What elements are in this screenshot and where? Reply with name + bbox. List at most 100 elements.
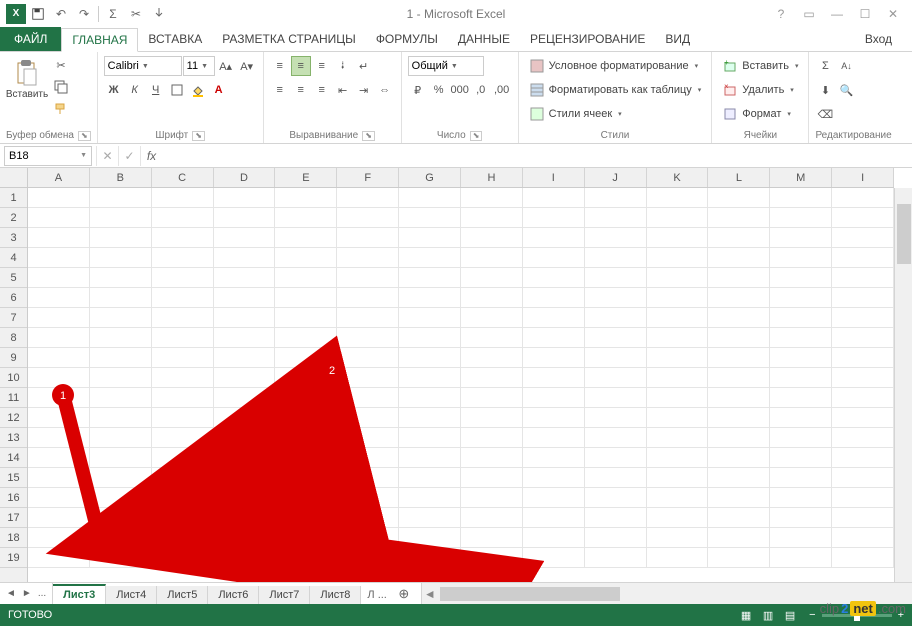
signin-link[interactable]: Вход — [865, 32, 892, 46]
cell[interactable] — [708, 188, 770, 208]
cell[interactable] — [647, 548, 709, 568]
cell[interactable] — [832, 248, 894, 268]
cell[interactable] — [647, 188, 709, 208]
cell[interactable] — [708, 368, 770, 388]
font-color-button[interactable]: A — [209, 80, 229, 100]
view-normal-icon[interactable]: ▦ — [737, 607, 755, 623]
undo-icon[interactable]: ↶ — [50, 3, 72, 25]
cell[interactable] — [152, 208, 214, 228]
sheet-tab[interactable]: Лист5 — [157, 586, 208, 604]
maximize-icon[interactable]: ☐ — [852, 4, 878, 24]
cell[interactable] — [28, 508, 90, 528]
cell[interactable] — [399, 548, 461, 568]
cell[interactable] — [647, 288, 709, 308]
vertical-scrollbar[interactable] — [894, 188, 912, 582]
view-page-break-icon[interactable]: ▤ — [781, 607, 799, 623]
cell[interactable] — [214, 368, 276, 388]
cell[interactable] — [770, 188, 832, 208]
cell[interactable] — [585, 488, 647, 508]
cell[interactable] — [214, 548, 276, 568]
cell[interactable] — [90, 228, 152, 248]
cell[interactable] — [523, 448, 585, 468]
cell[interactable] — [337, 508, 399, 528]
cell[interactable] — [275, 368, 337, 388]
align-left-icon[interactable]: ≡ — [270, 80, 290, 100]
cell[interactable] — [214, 528, 276, 548]
cell[interactable] — [770, 388, 832, 408]
cell[interactable] — [90, 268, 152, 288]
cell[interactable] — [28, 188, 90, 208]
enter-formula-icon[interactable]: ✓ — [118, 146, 140, 166]
comma-icon[interactable]: 000 — [450, 80, 470, 100]
cell[interactable] — [585, 388, 647, 408]
save-icon[interactable] — [27, 3, 49, 25]
cell[interactable] — [399, 468, 461, 488]
cell[interactable] — [337, 408, 399, 428]
cell-styles-button[interactable]: Стили ячеек▾ — [525, 103, 706, 125]
cell[interactable] — [152, 488, 214, 508]
cell[interactable] — [770, 328, 832, 348]
fill-icon[interactable]: ⬇ — [815, 80, 835, 100]
cell[interactable] — [275, 328, 337, 348]
cell[interactable] — [214, 228, 276, 248]
tab-file[interactable]: ФАЙЛ — [0, 27, 61, 51]
sheet-tab-overflow[interactable]: Л ... — [361, 586, 392, 604]
new-sheet-button[interactable]: ⊕ — [393, 583, 415, 604]
cell[interactable] — [708, 508, 770, 528]
cell[interactable] — [708, 488, 770, 508]
cell[interactable] — [585, 368, 647, 388]
sheet-tab[interactable]: Лист8 — [310, 586, 361, 604]
column-header[interactable]: J — [585, 168, 647, 187]
cell[interactable] — [152, 308, 214, 328]
cell[interactable] — [708, 228, 770, 248]
cell[interactable] — [647, 328, 709, 348]
cell[interactable] — [647, 208, 709, 228]
clear-icon[interactable]: ⌫ — [815, 104, 835, 124]
view-page-layout-icon[interactable]: ▥ — [759, 607, 777, 623]
row-header[interactable]: 11 — [0, 388, 27, 408]
sheet-tab[interactable]: Лист6 — [208, 586, 259, 604]
cell[interactable] — [708, 388, 770, 408]
font-launcher-icon[interactable]: ⬊ — [192, 131, 205, 141]
cell[interactable] — [214, 508, 276, 528]
cell[interactable] — [399, 308, 461, 328]
cell[interactable] — [152, 428, 214, 448]
cell[interactable] — [152, 548, 214, 568]
cell[interactable] — [399, 208, 461, 228]
cell[interactable] — [461, 268, 523, 288]
cell[interactable] — [399, 228, 461, 248]
cell[interactable] — [523, 508, 585, 528]
cell[interactable] — [585, 288, 647, 308]
row-header[interactable]: 16 — [0, 488, 27, 508]
cell[interactable] — [275, 308, 337, 328]
cell[interactable] — [152, 248, 214, 268]
column-header[interactable]: I — [523, 168, 585, 187]
cell[interactable] — [28, 548, 90, 568]
row-header[interactable]: 10 — [0, 368, 27, 388]
format-as-table-button[interactable]: Форматировать как таблицу▾ — [525, 79, 706, 101]
cell[interactable] — [832, 388, 894, 408]
column-header[interactable]: E — [275, 168, 337, 187]
cell[interactable] — [214, 328, 276, 348]
cell[interactable] — [28, 208, 90, 228]
column-header[interactable]: C — [152, 168, 214, 187]
cell[interactable] — [90, 428, 152, 448]
cell[interactable] — [585, 208, 647, 228]
cell[interactable] — [461, 528, 523, 548]
cell[interactable] — [337, 228, 399, 248]
cell[interactable] — [28, 248, 90, 268]
row-header[interactable]: 4 — [0, 248, 27, 268]
cell[interactable] — [647, 308, 709, 328]
cell[interactable] — [337, 248, 399, 268]
cell[interactable] — [214, 188, 276, 208]
cell[interactable] — [275, 288, 337, 308]
cell[interactable] — [585, 448, 647, 468]
column-header[interactable]: I — [832, 168, 894, 187]
cell[interactable] — [90, 528, 152, 548]
cell[interactable] — [461, 188, 523, 208]
cell[interactable] — [708, 428, 770, 448]
row-header[interactable]: 7 — [0, 308, 27, 328]
cell[interactable] — [770, 508, 832, 528]
cell[interactable] — [585, 428, 647, 448]
cell[interactable] — [214, 428, 276, 448]
